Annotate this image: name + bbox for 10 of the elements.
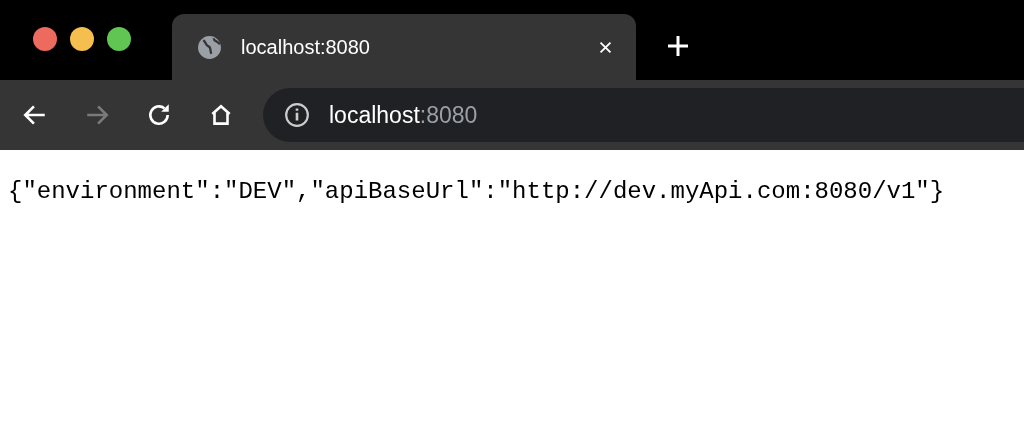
close-window-button[interactable] bbox=[33, 27, 57, 51]
address-bar[interactable]: localhost:8080 bbox=[263, 88, 1024, 142]
new-tab-icon[interactable] bbox=[666, 34, 690, 58]
minimize-window-button[interactable] bbox=[70, 27, 94, 51]
json-text: {"environment":"DEV","apiBaseUrl":"http://dev.myApi.com:8080/v1"} bbox=[8, 178, 946, 205]
maximize-window-button[interactable] bbox=[107, 27, 131, 51]
browser-tab[interactable]: localhost:8080 bbox=[172, 14, 636, 80]
globe-icon bbox=[197, 34, 222, 60]
info-icon[interactable] bbox=[284, 102, 310, 128]
reload-icon[interactable] bbox=[146, 102, 172, 128]
